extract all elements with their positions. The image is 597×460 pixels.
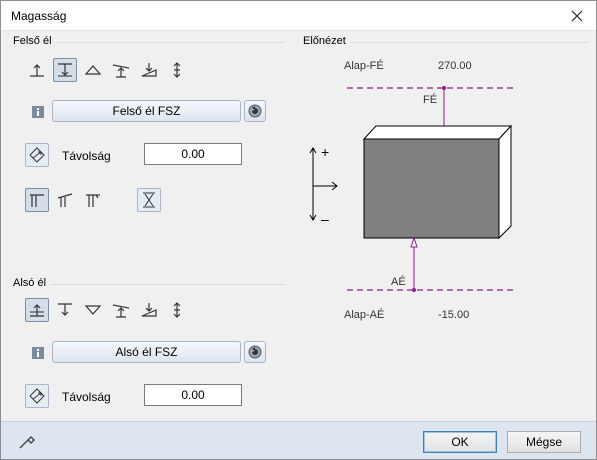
lower-edge-below-icon[interactable] xyxy=(53,298,77,322)
hourglass-icon[interactable] xyxy=(137,188,161,212)
lower-distance-input[interactable] xyxy=(144,384,242,406)
ok-button[interactable]: OK xyxy=(423,431,497,453)
edge-above-icon[interactable] xyxy=(25,58,49,82)
preview-diagram xyxy=(309,86,514,292)
edge-below-icon[interactable] xyxy=(53,58,77,82)
cancel-button[interactable]: Mégse xyxy=(507,431,581,453)
info-icon xyxy=(31,105,45,119)
lower-distance-icon[interactable] xyxy=(25,384,49,408)
upper-edge-group-label: Felső él xyxy=(9,35,56,47)
dialog-window: Magasság Felső él Felső él FSZ Távolság … xyxy=(0,0,597,460)
bottom-arrow-icon xyxy=(410,236,418,248)
lower-reset-icon[interactable] xyxy=(244,341,266,363)
upper-distance-icon[interactable] xyxy=(25,143,49,167)
edge-offset-icon[interactable] xyxy=(81,188,105,212)
edge-angled-icon[interactable] xyxy=(53,188,77,212)
box-top-face xyxy=(362,125,513,140)
preview-group-label: Előnézet xyxy=(299,35,350,47)
dialog-body: Felső él Felső él FSZ Távolság 0.00 Alsó… xyxy=(1,31,596,421)
upper-distance-label: Távolság xyxy=(62,149,111,163)
dialog-title: Magasság xyxy=(11,9,67,23)
eyedropper-icon[interactable] xyxy=(17,431,37,451)
lower-edge-updown-icon[interactable] xyxy=(165,298,189,322)
upper-edge-fsz-button[interactable]: Felső él FSZ xyxy=(52,100,241,122)
minus-sign: – xyxy=(321,211,329,227)
lower-info-icon xyxy=(31,346,45,360)
lower-edge-above-icon[interactable] xyxy=(25,298,49,322)
edge-vertical-icon[interactable] xyxy=(25,188,49,212)
lower-edge-slope-icon[interactable] xyxy=(109,298,133,322)
lower-distance-label: Távolság xyxy=(62,390,111,404)
edge-slope-icon[interactable] xyxy=(109,58,133,82)
dialog-footer: OK Mégse xyxy=(1,421,596,459)
lower-edge-fsz-button[interactable]: Alsó él FSZ xyxy=(52,341,241,363)
box-front-face xyxy=(363,138,500,239)
plus-sign: + xyxy=(321,144,330,160)
edge-triangle-icon[interactable] xyxy=(81,58,105,82)
edge-updown-icon[interactable] xyxy=(165,58,189,82)
box-side-face xyxy=(498,124,512,240)
edge-ramp-icon[interactable] xyxy=(137,58,161,82)
lower-edge-group-label: Alsó él xyxy=(9,277,51,289)
lower-edge-triangle-icon[interactable] xyxy=(81,298,105,322)
lower-edge-ramp-icon[interactable] xyxy=(137,298,161,322)
upper-reset-icon[interactable] xyxy=(244,100,266,122)
upper-distance-input[interactable] xyxy=(144,143,242,165)
title-bar: Magasság xyxy=(1,1,596,31)
close-icon[interactable] xyxy=(562,3,592,29)
